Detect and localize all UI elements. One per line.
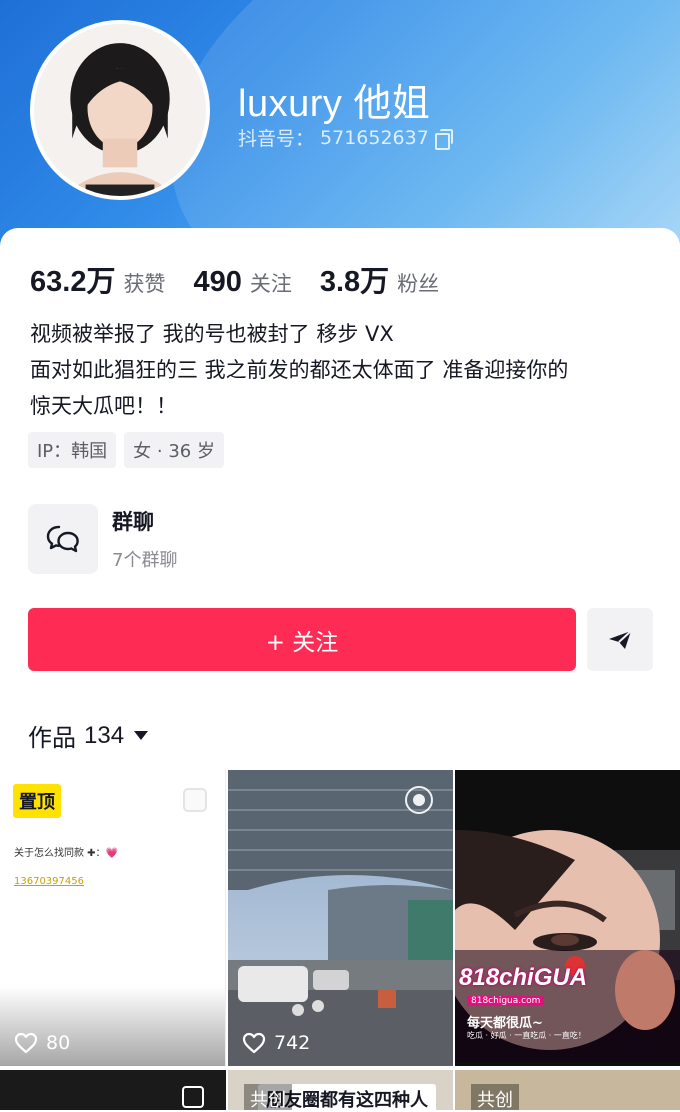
group-chat-icon bbox=[28, 504, 98, 574]
stat-label: 关注 bbox=[249, 272, 292, 296]
video-tile[interactable]: 置顶 关于怎么找同款 ✚：💗 13670397456 80 bbox=[0, 770, 226, 1066]
select-checkbox[interactable] bbox=[183, 788, 207, 812]
share-button[interactable] bbox=[587, 608, 653, 671]
video-thumbnail bbox=[228, 770, 453, 1066]
tile-note: 关于怎么找同款 ✚：💗 bbox=[14, 848, 119, 859]
follow-button[interactable]: + 关注 bbox=[28, 608, 576, 671]
douyin-id-row: 抖音号： 571652637 bbox=[238, 124, 453, 151]
bio-line: 惊天大瓜吧！！ bbox=[30, 394, 177, 418]
video-tile[interactable] bbox=[0, 1070, 226, 1110]
watermark-url: 818chigua.com bbox=[467, 996, 545, 1006]
watermark-subline: 吃瓜 · 好瓜 · 一直吃瓜 · 一直吃！ bbox=[467, 1031, 586, 1040]
heart-icon bbox=[14, 1032, 38, 1054]
video-tile[interactable]: 818chiGUA 818chigua.com 每天都很瓜~ 吃瓜 · 好瓜 ·… bbox=[455, 770, 680, 1066]
bio-line: 视频被举报了 我的号也被封了 移步 VX bbox=[30, 322, 394, 346]
stat-value: 63.2万 bbox=[30, 266, 116, 298]
avatar-image bbox=[34, 24, 206, 196]
watermark-logo: 818chiGUA bbox=[459, 964, 588, 991]
nickname: luxury 他姐 bbox=[238, 83, 431, 125]
like-count: 80 bbox=[14, 1032, 70, 1054]
bio-line: 面对如此猖狂的三 我之前发的都还太体面了 准备迎接你的 bbox=[30, 358, 569, 382]
video-tile[interactable]: 共创 bbox=[455, 1070, 680, 1110]
works-label: 作品 bbox=[28, 724, 76, 752]
douyin-id-label: 抖音号： bbox=[238, 128, 315, 150]
bio: 视频被举报了 我的号也被封了 移步 VX 面对如此猖狂的三 我之前发的都还太体面… bbox=[30, 316, 660, 424]
stat-value: 3.8万 bbox=[319, 266, 390, 298]
works-count: 134 bbox=[84, 721, 125, 749]
stat-likes[interactable]: 63.2万 获赞 bbox=[30, 258, 165, 300]
watermark-slogan: 每天都很瓜~ bbox=[467, 1016, 543, 1031]
douyin-id-value: 571652637 bbox=[320, 126, 429, 149]
works-tab[interactable]: 作品 134 bbox=[28, 718, 149, 753]
dropdown-triangle-icon bbox=[134, 731, 149, 740]
like-count: 742 bbox=[242, 1032, 310, 1054]
co-create-label: 共创 bbox=[471, 1084, 519, 1110]
stat-following[interactable]: 490 关注 bbox=[193, 266, 291, 299]
ip-location-tag: IP：韩国 bbox=[28, 432, 117, 468]
stat-label: 粉丝 bbox=[397, 272, 440, 296]
share-icon bbox=[609, 629, 632, 649]
stat-value: 490 bbox=[193, 266, 242, 298]
live-photo-icon bbox=[405, 786, 433, 814]
profile-card: 63.2万 获赞 490 关注 3.8万 粉丝 视频被举报了 我的号也被封了 移… bbox=[0, 228, 680, 1112]
profile-banner: luxury 他姐 抖音号： 571652637 bbox=[0, 0, 680, 260]
video-tile[interactable]: 朋友圈都有这四种人 共创 bbox=[228, 1070, 453, 1110]
like-count-value: 742 bbox=[274, 1032, 311, 1054]
select-checkbox[interactable] bbox=[182, 1086, 204, 1108]
heart-icon bbox=[242, 1032, 266, 1054]
profile-tags: IP：韩国 女 · 36 岁 bbox=[28, 432, 224, 468]
co-create-label: 共创 bbox=[244, 1084, 292, 1110]
group-chat-entry[interactable]: 群聊 7个群聊 bbox=[28, 504, 177, 574]
tile-shade bbox=[0, 986, 225, 1066]
tile-note-number: 13670397456 bbox=[14, 876, 84, 887]
watermark-overlay: 818chiGUA 818chigua.com 每天都很瓜~ 吃瓜 · 好瓜 ·… bbox=[455, 950, 680, 1062]
like-count-value: 80 bbox=[46, 1032, 71, 1054]
stat-followers[interactable]: 3.8万 粉丝 bbox=[320, 258, 439, 300]
avatar[interactable] bbox=[30, 20, 210, 200]
group-chat-count: 7个群聊 bbox=[112, 550, 178, 571]
group-chat-text: 群聊 7个群聊 bbox=[112, 506, 177, 572]
group-chat-title: 群聊 bbox=[112, 510, 154, 534]
pinned-badge: 置顶 bbox=[13, 784, 61, 818]
gender-age-tag: 女 · 36 岁 bbox=[124, 432, 224, 468]
stats-row: 63.2万 获赞 490 关注 3.8万 粉丝 bbox=[30, 258, 467, 300]
video-tile[interactable]: 742 bbox=[228, 770, 453, 1066]
stat-label: 获赞 bbox=[123, 272, 166, 296]
copy-icon[interactable] bbox=[434, 128, 453, 150]
